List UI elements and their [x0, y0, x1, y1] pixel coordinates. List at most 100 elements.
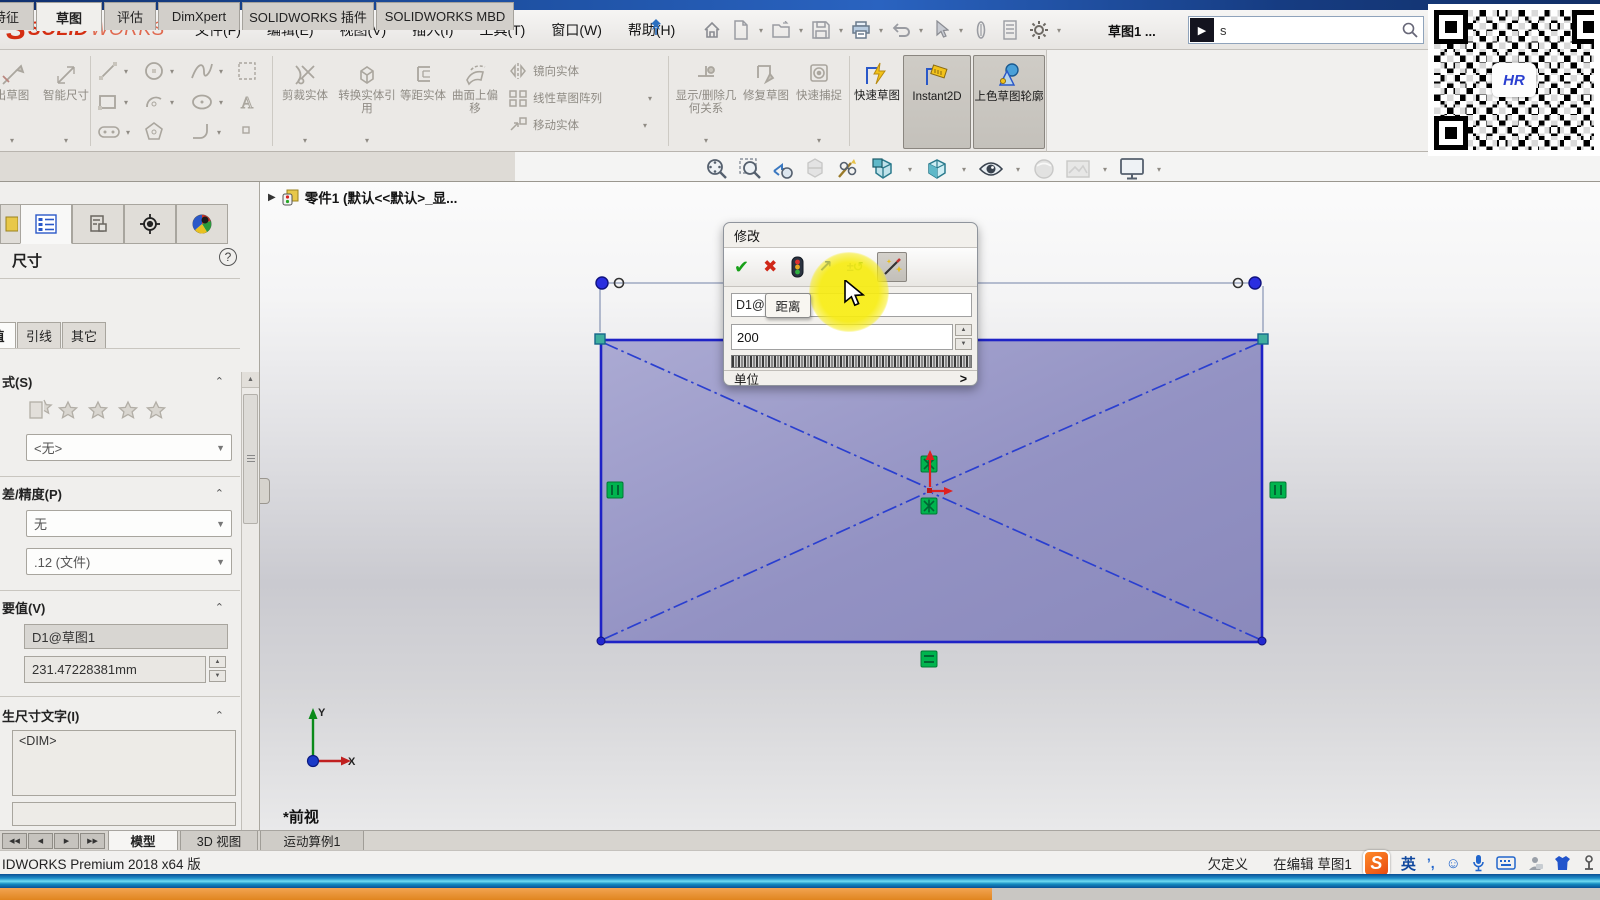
tab-scroll-prev-button[interactable]: ◀: [28, 833, 53, 849]
feature-tree-root-label[interactable]: 零件1 (默认<<默认>_显...: [305, 187, 458, 207]
view-settings-monitor-icon[interactable]: [1119, 157, 1145, 181]
shaded-contours-button[interactable]: 上色草图轮廓: [973, 55, 1045, 149]
view-orientation-icon[interactable]: [870, 156, 896, 182]
panel-scrollbar[interactable]: ▲: [241, 372, 259, 830]
dimension-text-section-header[interactable]: 生尺寸文字(I) ⌃: [0, 704, 238, 726]
precision-dropdown[interactable]: .12 (文件)▼: [26, 548, 232, 575]
new-dropdown-icon[interactable]: ▾: [756, 26, 766, 35]
polygon-tool[interactable]: [143, 121, 165, 143]
constraint-vertical-left[interactable]: [607, 482, 623, 498]
tolerance-section-header[interactable]: 差/精度(P) ⌃: [0, 482, 238, 504]
search-scope-icon[interactable]: ▶: [1190, 18, 1214, 42]
primary-value-section-header[interactable]: 要值(V) ⌃: [0, 596, 238, 618]
arc-tool[interactable]: ▾: [143, 91, 177, 113]
dimension-name-field[interactable]: D1@草图1: [24, 624, 228, 649]
circle-tool[interactable]: ▾: [143, 60, 177, 82]
select-cursor-icon[interactable]: [927, 14, 955, 46]
undo-dropdown-icon[interactable]: ▾: [916, 26, 926, 35]
dimension-text-extra-field[interactable]: [12, 802, 236, 826]
display-style-dropdown-icon[interactable]: ▾: [959, 165, 969, 174]
ellipse-tool[interactable]: ▾: [190, 91, 226, 113]
dialog-value-spinner[interactable]: ▲▼: [955, 324, 972, 350]
view-settings-wizard-icon[interactable]: [835, 157, 861, 181]
constraint-midpoint-lower[interactable]: [921, 498, 937, 514]
print-dropdown-icon[interactable]: ▾: [876, 26, 886, 35]
scroll-up-icon[interactable]: ▲: [242, 372, 259, 388]
text-tool[interactable]: A: [236, 91, 258, 113]
expand-caret-icon[interactable]: ▶: [268, 192, 276, 203]
microphone-icon[interactable]: [1472, 854, 1485, 872]
display-style-icon[interactable]: [924, 156, 950, 182]
dimension-text-area[interactable]: <DIM>: [12, 730, 236, 796]
mirror-entities-button[interactable]: 镜向实体: [508, 62, 579, 80]
menu-window[interactable]: 窗口(W): [538, 10, 615, 50]
collapse-chevron-icon[interactable]: ⌃: [215, 487, 224, 500]
plane-tool[interactable]: [236, 60, 258, 82]
properties-sheet-icon[interactable]: [996, 14, 1024, 46]
feature-tree-flyout[interactable]: ▶ 零件1 (默认<<默认>_显...: [268, 187, 457, 207]
options-gear-icon[interactable]: [1025, 14, 1053, 46]
collapse-chevron-icon[interactable]: ⌃: [215, 601, 224, 614]
tab-dimxpert[interactable]: DimXpert: [158, 2, 240, 30]
spin-up-icon[interactable]: ▲: [209, 656, 226, 668]
attachment-icon[interactable]: [967, 14, 995, 46]
sogou-ime-icon[interactable]: S: [1363, 850, 1390, 877]
constraint-vertical-right[interactable]: [1270, 482, 1286, 498]
previous-view-icon[interactable]: [771, 157, 795, 181]
collapse-chevron-icon[interactable]: ⌃: [215, 709, 224, 722]
trim-entities-button[interactable]: 剪裁实体 ▾: [276, 55, 334, 149]
accept-icon[interactable]: ✔: [734, 257, 749, 278]
display-relations-button[interactable]: 显示/删除几何关系 ▾: [672, 55, 740, 149]
panel-splitter-handle[interactable]: [260, 478, 270, 504]
options-dropdown-icon[interactable]: ▾: [1054, 26, 1064, 35]
apply-scene-icon[interactable]: [1065, 158, 1091, 180]
exit-sketch-button[interactable]: 出草图 ▾: [0, 55, 40, 149]
slot-tool[interactable]: ▾: [97, 121, 133, 143]
fillet-tool[interactable]: ▾: [190, 121, 224, 143]
search-box[interactable]: ▶: [1188, 16, 1424, 44]
skin-shirt-icon[interactable]: [1554, 855, 1571, 871]
tab-scroll-first-button[interactable]: ◀◀: [2, 833, 27, 849]
pm-tab-configurations[interactable]: [72, 204, 124, 244]
expand-units-icon[interactable]: >: [960, 372, 967, 386]
dimension-handle-left[interactable]: [596, 277, 608, 289]
modify-dialog-title[interactable]: 修改: [724, 223, 977, 247]
hide-show-dropdown-icon[interactable]: ▾: [1013, 165, 1023, 174]
point-tool[interactable]: [240, 124, 252, 136]
apply-scene-dropdown-icon[interactable]: ▾: [1100, 165, 1110, 174]
units-row[interactable]: 单位 >: [724, 370, 977, 386]
convert-entities-button[interactable]: 转换实体引用 ▾: [336, 55, 398, 149]
spin-up-icon[interactable]: ▲: [955, 324, 972, 336]
tab-scroll-next-button[interactable]: ▶: [54, 833, 79, 849]
help-icon[interactable]: ?: [219, 248, 237, 266]
scrollbar-thumb[interactable]: [243, 394, 258, 524]
style-section-header[interactable]: 式(S) ⌃: [0, 370, 238, 392]
keyboard-icon[interactable]: [1496, 856, 1516, 870]
repair-sketch-button[interactable]: 修复草图: [742, 55, 790, 149]
linear-pattern-button[interactable]: 线性草图阵列 ▾: [508, 89, 655, 107]
tab-sketch[interactable]: 草图: [36, 2, 102, 31]
constraint-horizontal-bottom[interactable]: [921, 651, 937, 667]
tab-scroll-last-button[interactable]: ▶▶: [80, 833, 105, 849]
collapse-chevron-icon[interactable]: ⌃: [215, 375, 224, 388]
pm-tab-property[interactable]: [20, 204, 72, 244]
rebuild-traffic-light-icon[interactable]: [791, 256, 804, 278]
document-switcher[interactable]: 草图1 ...: [1108, 10, 1156, 50]
select-dropdown-icon[interactable]: ▾: [956, 26, 966, 35]
instant2d-button[interactable]: Instant2D: [903, 55, 971, 149]
pm-tab-appearances[interactable]: [176, 204, 228, 244]
save-dropdown-icon[interactable]: ▾: [836, 26, 846, 35]
view-orientation-dropdown-icon[interactable]: ▾: [905, 165, 915, 174]
motion-study-tab[interactable]: 运动算例1: [260, 831, 364, 851]
move-entities-button[interactable]: 移动实体 ▾: [508, 116, 650, 134]
search-magnifier-icon[interactable]: [1401, 21, 1419, 39]
save-icon[interactable]: [807, 14, 835, 46]
view-settings-dropdown-icon[interactable]: ▾: [1154, 165, 1164, 174]
value-spinner[interactable]: ▲▼: [209, 656, 226, 682]
style-dropdown[interactable]: <无>▼: [26, 434, 232, 461]
rectangle-tool[interactable]: ▾: [97, 91, 131, 113]
dimension-handle-right[interactable]: [1249, 277, 1261, 289]
ime-language-toggle[interactable]: 英: [1401, 853, 1416, 874]
pm-tab-clipped[interactable]: [0, 204, 20, 244]
ime-punctuation-toggle[interactable]: ’,: [1427, 855, 1435, 871]
